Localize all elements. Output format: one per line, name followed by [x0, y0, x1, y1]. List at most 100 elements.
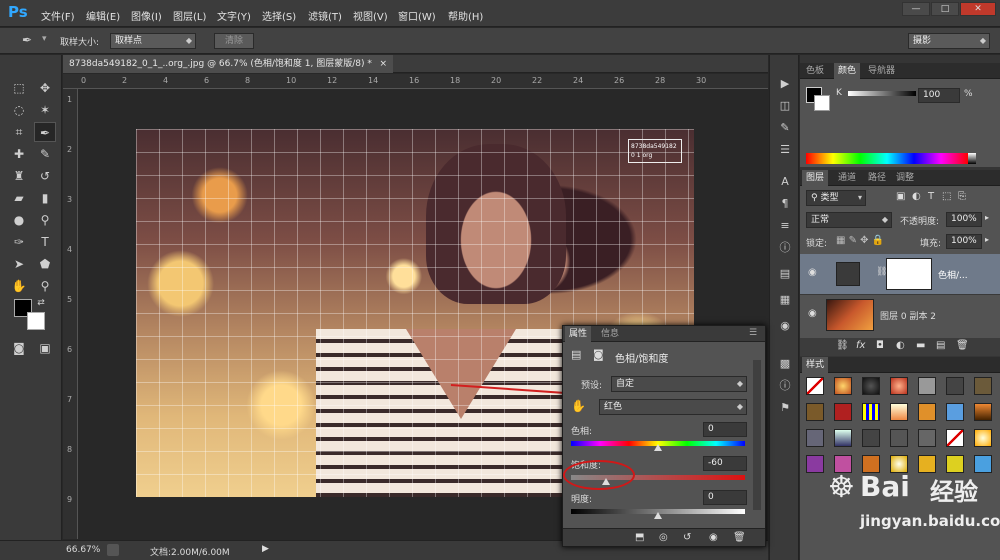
sample-size-select[interactable]: 取样点 ◆: [110, 33, 196, 49]
preset-select[interactable]: 自定 ◆: [611, 376, 747, 392]
zoom-icon[interactable]: ⚲: [34, 276, 56, 296]
menu-window[interactable]: 窗口(W): [398, 8, 436, 23]
tab-paths[interactable]: 路径: [864, 170, 890, 186]
channel-select[interactable]: 红色 ◆: [599, 399, 747, 415]
style-swatch[interactable]: [974, 429, 992, 447]
tab-styles[interactable]: 样式: [802, 357, 829, 373]
new-layer-icon[interactable]: ▤: [936, 340, 945, 351]
menu-edit[interactable]: 编辑(E): [86, 8, 120, 23]
tab-channels[interactable]: 通道: [834, 170, 860, 186]
history-icon[interactable]: ◫: [775, 97, 795, 115]
info-panel-icon[interactable]: ⓘ: [775, 239, 795, 257]
brush-panel-icon[interactable]: ☰: [775, 141, 795, 159]
tab-info[interactable]: 信息: [597, 326, 623, 342]
style-swatch[interactable]: [834, 429, 852, 447]
targeted-adjust-hand-icon[interactable]: ✋: [571, 399, 586, 413]
tab-properties[interactable]: 属性: [565, 326, 592, 342]
style-swatch[interactable]: [974, 403, 992, 421]
marquee-tool-icon[interactable]: ⬚: [8, 78, 30, 98]
workspace-select[interactable]: 摄影 ◆: [908, 33, 990, 49]
filter-smart-icon[interactable]: ⎘: [958, 191, 966, 202]
style-swatch[interactable]: [974, 377, 992, 395]
clone-source-icon[interactable]: ▦: [775, 291, 795, 309]
character-icon[interactable]: A: [775, 173, 795, 191]
clone-stamp-icon[interactable]: ♜: [8, 166, 30, 186]
hue-slider-thumb[interactable]: [654, 444, 662, 451]
brush-preset-icon[interactable]: ✎: [775, 119, 795, 137]
k-value-field[interactable]: 100: [918, 88, 960, 103]
style-swatch[interactable]: [890, 377, 908, 395]
style-swatch[interactable]: [918, 377, 936, 395]
tab-color[interactable]: 颜色: [834, 63, 861, 79]
menu-filter[interactable]: 滤镜(T): [308, 8, 342, 23]
menu-view[interactable]: 视图(V): [353, 8, 388, 23]
layer-filter-select[interactable]: ⚲ 类型 ▾: [806, 190, 866, 206]
style-swatch[interactable]: [806, 377, 824, 395]
brush-icon[interactable]: ✎: [34, 144, 56, 164]
blur-icon[interactable]: ●: [8, 210, 30, 230]
document-tab[interactable]: 8738da549182_0_1_..org_.jpg @ 66.7% (色相/…: [63, 55, 393, 73]
menu-layer[interactable]: 图层(L): [173, 8, 206, 23]
tab-navigator[interactable]: 导航器: [864, 63, 899, 79]
style-swatch[interactable]: [918, 429, 936, 447]
style-swatch[interactable]: [862, 403, 880, 421]
delete-icon[interactable]: 🗑: [733, 532, 746, 543]
zoom-level[interactable]: 66.67%: [66, 545, 100, 555]
fx-icon[interactable]: fx: [856, 340, 865, 351]
kuler-icon[interactable]: ◉: [775, 317, 795, 335]
visibility-eye-icon[interactable]: ◉: [808, 308, 817, 319]
menu-type[interactable]: 文字(Y): [217, 8, 251, 23]
layer-name[interactable]: 色相/...: [938, 268, 968, 281]
move-tool-icon[interactable]: ✥: [34, 78, 56, 98]
style-swatch[interactable]: [862, 377, 880, 395]
history-brush-icon[interactable]: ↺: [34, 166, 56, 186]
reset-icon[interactable]: ↺: [683, 532, 691, 543]
align-icon[interactable]: ≡: [775, 217, 795, 235]
trash-icon[interactable]: 🗑: [956, 340, 969, 351]
screen-mode-icon[interactable]: ▣: [34, 338, 56, 358]
style-swatch[interactable]: [806, 429, 824, 447]
style-swatch[interactable]: [946, 429, 964, 447]
style-swatch[interactable]: [862, 429, 880, 447]
opacity-field[interactable]: 100%: [946, 212, 982, 227]
lightness-slider-thumb[interactable]: [654, 512, 662, 519]
restore-button[interactable]: □: [931, 2, 959, 16]
eyedropper-tool-icon[interactable]: ✒: [22, 33, 32, 47]
color-bg-swatch[interactable]: [814, 95, 830, 111]
magic-wand-icon[interactable]: ✶: [34, 100, 56, 120]
style-swatch[interactable]: [946, 403, 964, 421]
mask-icon[interactable]: ◘: [876, 340, 884, 351]
path-select-icon[interactable]: ➤: [8, 254, 30, 274]
minimize-button[interactable]: —: [902, 2, 930, 16]
status-menu-arrow-icon[interactable]: ▶: [262, 544, 269, 554]
lightness-value-field[interactable]: 0: [703, 490, 747, 505]
eraser-icon[interactable]: ▰: [8, 188, 30, 208]
tab-layers[interactable]: 图层: [802, 170, 829, 186]
clip-to-layer-icon[interactable]: ⬒: [635, 532, 644, 543]
visibility-eye-icon[interactable]: ◉: [808, 267, 817, 278]
layer-name[interactable]: 图层 0 副本 2: [880, 309, 936, 322]
style-swatch[interactable]: [834, 403, 852, 421]
filter-pixel-icon[interactable]: ▣: [896, 191, 905, 202]
menu-image[interactable]: 图像(I): [131, 8, 162, 23]
color-spectrum-ramp[interactable]: [806, 153, 968, 164]
swap-colors-icon[interactable]: ⇄: [34, 297, 48, 309]
layer-mask-icon[interactable]: ◙: [593, 348, 604, 361]
tool-preset-arrow-icon[interactable]: ▾: [42, 34, 47, 44]
quick-mask-icon[interactable]: ◙: [8, 338, 30, 358]
tab-adjustments[interactable]: 调整: [892, 170, 918, 186]
bw-ramp[interactable]: [968, 153, 976, 164]
dodge-icon[interactable]: ⚲: [34, 210, 56, 230]
style-swatch[interactable]: [890, 429, 908, 447]
gradient-icon[interactable]: ▮: [34, 188, 56, 208]
type-tool-icon[interactable]: T: [34, 232, 56, 252]
healing-brush-icon[interactable]: ✚: [8, 144, 30, 164]
crop-tool-icon[interactable]: ⌗: [8, 122, 30, 142]
view-previous-icon[interactable]: ◎: [659, 532, 668, 543]
filter-shape-icon[interactable]: ⬚: [942, 191, 951, 202]
background-color-swatch[interactable]: [27, 312, 45, 330]
opacity-arrow-icon[interactable]: ▸: [985, 213, 989, 222]
menu-file[interactable]: 文件(F): [41, 8, 75, 23]
layer-row[interactable]: ◉ 图层 0 副本 2: [800, 294, 1000, 334]
style-swatch[interactable]: [890, 403, 908, 421]
